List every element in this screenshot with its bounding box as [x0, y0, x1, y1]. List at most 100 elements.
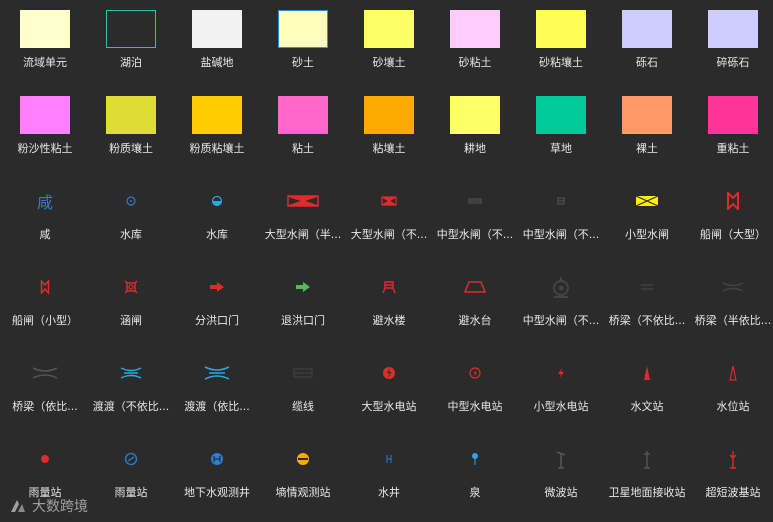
color-swatch	[450, 10, 500, 48]
ship-lock-small-icon	[20, 268, 70, 306]
legend-item: 粉质壤土	[94, 86, 180, 172]
legend-item: 水井	[352, 430, 438, 516]
legend-item: 砾石	[610, 0, 696, 86]
bridge-scaled-icon	[20, 354, 70, 392]
color-swatch	[622, 96, 672, 134]
color-swatch	[20, 96, 70, 134]
legend-label: 分洪口门	[195, 314, 239, 327]
legend-item: 草地	[524, 86, 610, 172]
legend-item: 小型水闸	[610, 172, 696, 258]
legend-label: 中型水闸（不...	[522, 228, 600, 241]
legend-item: 砂壤土	[352, 0, 438, 86]
legend-item: 雨量站	[94, 430, 180, 516]
legend-label: 渡渡（依比...	[184, 400, 250, 413]
legend-label: 地下水观测井	[184, 486, 250, 499]
legend-item: 碎砾石	[696, 0, 773, 86]
legend-item: 墒情观测站	[266, 430, 352, 516]
legend-item: 流域单元	[8, 0, 94, 86]
legend-label: 水文站	[630, 400, 664, 413]
legend-label: 避水台	[458, 314, 492, 327]
soil-moisture-station-icon	[278, 440, 328, 478]
legend-label: 草地	[550, 142, 572, 155]
legend-label: 桥梁（不依比...	[608, 314, 686, 327]
color-swatch	[278, 96, 328, 134]
water-level-station-icon	[708, 354, 758, 392]
legend-item: 耕地	[438, 86, 524, 172]
small-sluice-icon	[622, 182, 672, 220]
legend-item: 中型水闸（不...	[437, 172, 524, 258]
satellite-ground-station-icon	[622, 440, 672, 478]
legend-label: 卫星地面接收站	[608, 486, 686, 499]
legend-label: 粉沙性粘土	[17, 142, 73, 155]
color-swatch	[278, 10, 328, 48]
legend-label: 大型水闸（半...	[264, 228, 342, 241]
flood-diversion-arrow-icon	[192, 268, 242, 306]
legend-label: 砂粘土	[458, 56, 492, 69]
watermark-logo-icon	[11, 500, 25, 512]
refuge-building-icon	[364, 268, 414, 306]
color-swatch	[536, 96, 586, 134]
legend-label: 碎砾石	[716, 56, 750, 69]
legend-label: 中型水闸（不...	[436, 228, 514, 241]
spring-icon	[450, 440, 500, 478]
legend-item: 避水楼	[352, 258, 438, 344]
legend-item: 分洪口门	[180, 258, 266, 344]
legend-label: 水库	[120, 228, 142, 241]
flood-return-arrow-icon	[278, 268, 328, 306]
legend-label: 雨量站	[114, 486, 148, 499]
microwave-station-icon	[536, 440, 586, 478]
ferry-scaled-icon	[192, 354, 242, 392]
ultrashort-wave-station-icon	[708, 440, 758, 478]
legend-item: 湖泊	[94, 0, 180, 86]
legend-item: 砂粘土	[438, 0, 524, 86]
legend-label: 墒情观测站	[275, 486, 331, 499]
legend-item: 桥梁（不依比...	[609, 258, 696, 344]
legend-item: 船闸（大型）	[696, 172, 773, 258]
legend-label: 船闸（大型）	[700, 228, 766, 241]
legend-label: 裸土	[636, 142, 658, 155]
legend-item: 桥梁（依比...	[8, 344, 94, 430]
water-well-icon	[364, 440, 414, 478]
rain-gauge-dot-icon	[20, 440, 70, 478]
medium-sluice-dark-icon	[450, 182, 500, 220]
legend-label: 盐碱地	[200, 56, 234, 69]
legend-label: 退洪口门	[281, 314, 325, 327]
cable-line-icon	[278, 354, 328, 392]
legend-item: 渡渡（依比...	[180, 344, 266, 430]
xian-char-icon: 咸	[36, 193, 53, 212]
medium-hydropower-icon	[450, 354, 500, 392]
hydrology-station-icon	[622, 354, 672, 392]
color-swatch	[192, 10, 242, 48]
legend-item: 粘壤土	[352, 86, 438, 172]
medium-sluice-dark2-icon	[536, 182, 586, 220]
legend-label: 粘壤土	[372, 142, 406, 155]
color-swatch	[192, 96, 242, 134]
legend-item: 桥梁（半依比...	[695, 258, 773, 344]
ferry-not-scaled-icon	[106, 354, 156, 392]
color-swatch	[106, 10, 156, 48]
legend-label: 砂土	[292, 56, 314, 69]
reservoir-small-icon	[106, 182, 156, 220]
legend-label: 中型水电站	[447, 400, 503, 413]
color-swatch	[20, 10, 70, 48]
legend-item: 砂土	[266, 0, 352, 86]
legend-item: 渡渡（不依比...	[93, 344, 180, 430]
legend-item: 退洪口门	[266, 258, 352, 344]
color-swatch	[536, 10, 586, 48]
legend-item: 地下水观测井	[180, 430, 266, 516]
color-swatch	[708, 96, 758, 134]
ship-lock-large-icon	[708, 182, 758, 220]
legend-item: 中型水电站	[438, 344, 524, 430]
color-swatch	[622, 10, 672, 48]
legend-item: 水库	[180, 172, 266, 258]
legend-label: 泉	[469, 486, 481, 499]
legend-label: 砂壤土	[372, 56, 406, 69]
legend-item: 船闸（小型）	[8, 258, 94, 344]
legend-label: 微波站	[544, 486, 578, 499]
legend-label: 涵闸	[120, 314, 142, 327]
rain-gauge-circle-icon	[106, 440, 156, 478]
legend-item: 超短波基站	[696, 430, 773, 516]
legend-label: 粘土	[292, 142, 314, 155]
large-sluice-not-icon	[364, 182, 414, 220]
legend-item: 涵闸	[94, 258, 180, 344]
